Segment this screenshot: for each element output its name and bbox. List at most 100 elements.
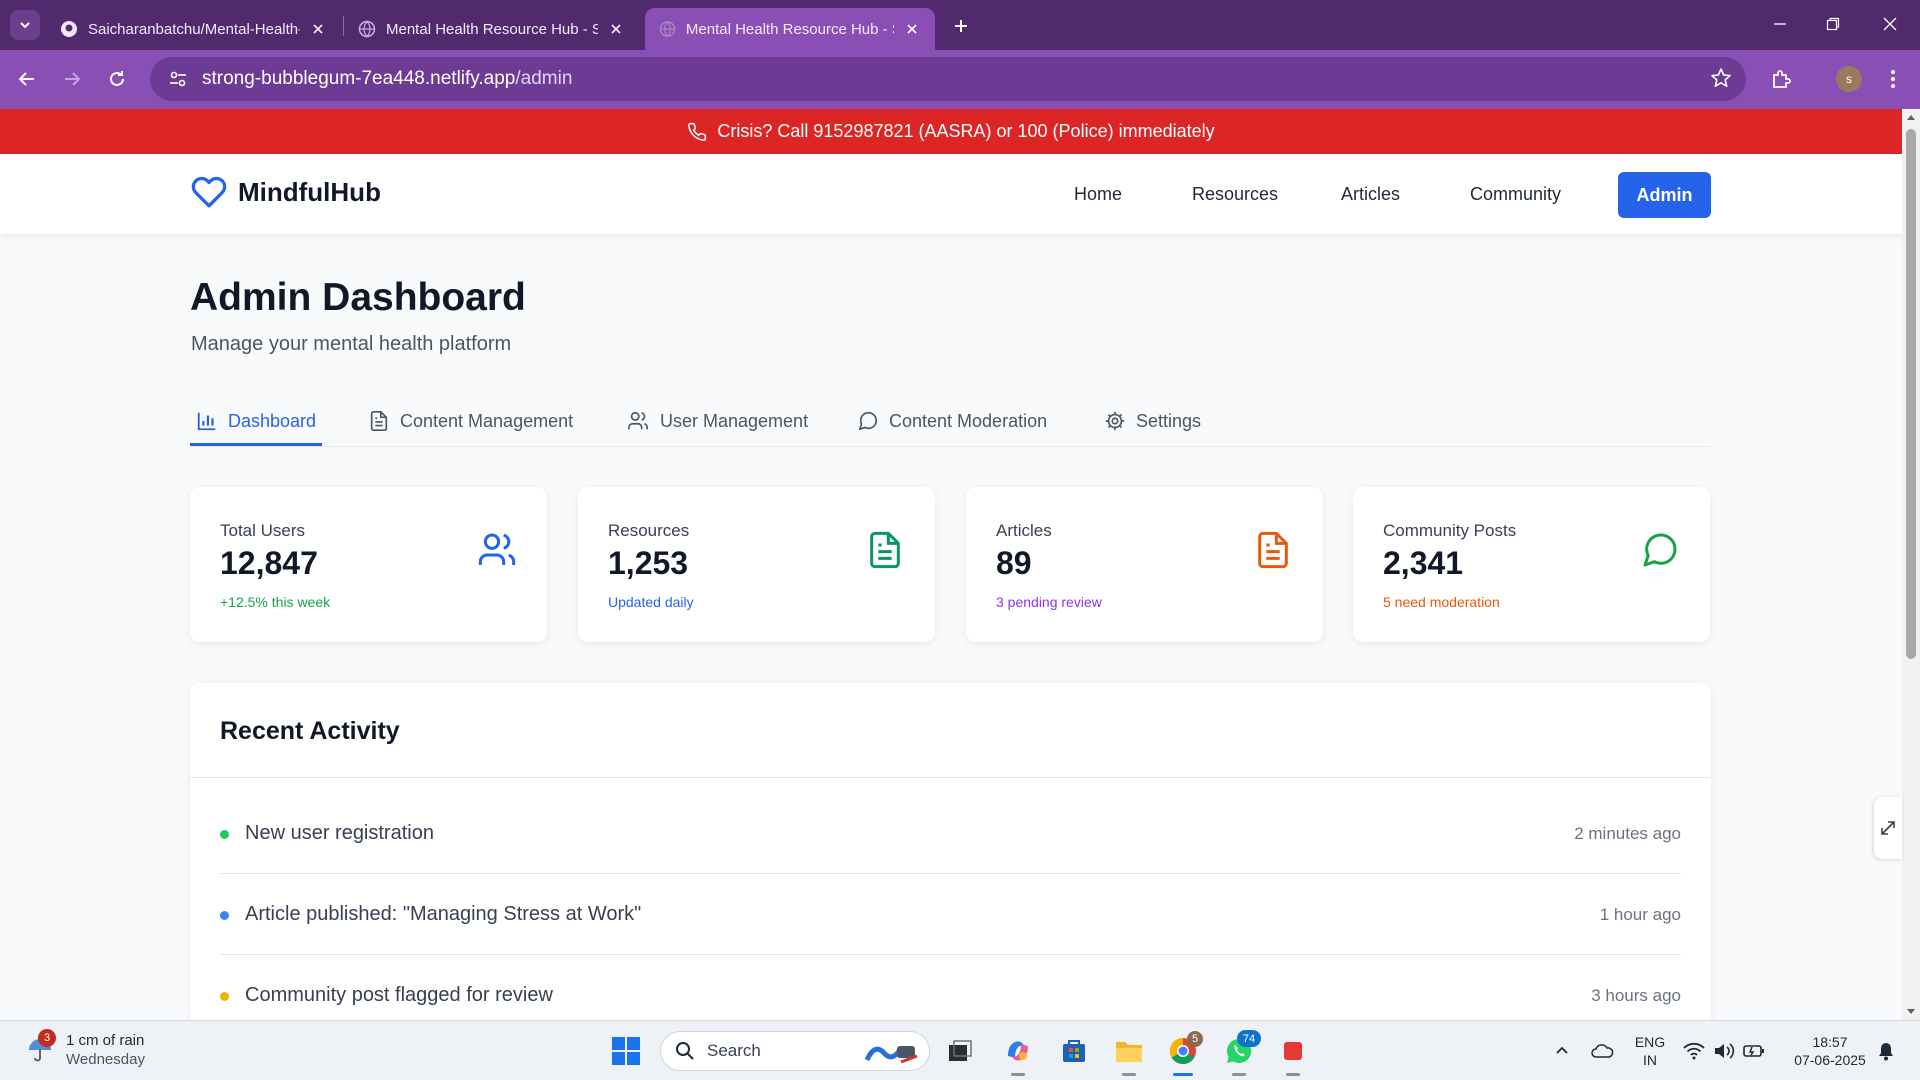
new-tab-button[interactable]	[947, 12, 975, 40]
scroll-down-icon[interactable]	[1902, 1006, 1920, 1018]
language-line2: IN	[1643, 1052, 1657, 1068]
windows-logo-icon	[612, 1037, 640, 1065]
browser-tab-strip: Saicharanbatchu/Mental-Health-Resource-H…	[0, 0, 1920, 50]
page-scrollbar[interactable]	[1902, 109, 1920, 1020]
stat-label: Articles	[996, 521, 1052, 540]
close-window-button[interactable]	[1860, 0, 1920, 48]
close-icon[interactable]	[606, 19, 626, 39]
whatsapp-unread-badge: 74	[1237, 1030, 1261, 1047]
nav-articles[interactable]: Articles	[1341, 184, 1400, 205]
tab-search-button[interactable]	[10, 10, 40, 40]
weather-text: 1 cm of rain Wednesday	[66, 1031, 145, 1069]
crisis-banner-text: Crisis? Call 9152987821 (AASRA) or 100 (…	[717, 121, 1215, 141]
close-icon[interactable]	[308, 19, 328, 39]
chrome-profile-badge: 5	[1187, 1031, 1203, 1047]
minimize-button[interactable]	[1750, 0, 1810, 48]
nav-admin-button[interactable]: Admin	[1618, 172, 1711, 218]
stat-value: 2,341	[1383, 545, 1464, 581]
running-indicator-active	[1173, 1073, 1193, 1076]
clock-date: 07-06-2025	[1794, 1052, 1866, 1068]
document-icon	[865, 530, 905, 570]
scroll-up-icon[interactable]	[1902, 111, 1920, 123]
reload-button[interactable]	[100, 62, 134, 96]
task-view-icon[interactable]	[940, 1031, 980, 1071]
users-icon	[477, 530, 517, 570]
tab-label: Content Moderation	[889, 411, 1048, 431]
copilot-icon[interactable]	[998, 1031, 1038, 1071]
extensions-button[interactable]	[1764, 62, 1798, 96]
browser-tab-hub-1[interactable]: Mental Health Resource Hub - S	[344, 8, 640, 50]
site-info-button[interactable]	[156, 57, 200, 101]
plus-icon	[955, 20, 967, 32]
arrow-left-icon	[18, 72, 34, 86]
message-circle-icon	[1640, 530, 1680, 570]
browser-menu-button[interactable]	[1876, 62, 1910, 96]
language-indicator[interactable]: ENG IN	[1630, 1033, 1670, 1069]
tab-title: Mental Health Resource Hub - S	[685, 20, 895, 38]
gear-icon	[1105, 411, 1125, 431]
recent-activity-panel: Recent Activity New user registration 2 …	[190, 683, 1711, 1023]
app-red-icon[interactable]	[1273, 1031, 1313, 1071]
status-dot	[220, 830, 229, 839]
bar-chart-icon	[197, 412, 216, 431]
file-explorer-icon[interactable]	[1109, 1031, 1149, 1071]
address-bar[interactable]: strong-bubblegum-7ea448.netlify.app/admi…	[150, 57, 1746, 101]
nav-home[interactable]: Home	[1074, 184, 1122, 205]
heart-icon	[191, 176, 227, 208]
tab-settings[interactable]: Settings	[1104, 410, 1201, 446]
tab-label: Content Management	[400, 411, 574, 431]
site-logo[interactable]: MindfulHub	[190, 174, 381, 210]
page-subtitle: Manage your mental health platform	[191, 333, 512, 355]
browser-tab-github[interactable]: Saicharanbatchu/Mental-Health-Resource-H…	[46, 8, 342, 50]
language-line1: ENG	[1634, 1034, 1666, 1050]
running-indicator	[1011, 1073, 1025, 1076]
bookmark-star-icon[interactable]	[1710, 67, 1732, 89]
activity-text: Community post flagged for review	[245, 984, 553, 1006]
profile-avatar[interactable]: s	[1836, 66, 1862, 92]
url-path: /admin	[515, 68, 573, 89]
puzzle-icon	[1773, 70, 1791, 88]
browser-tab-hub-active[interactable]: Mental Health Resource Hub - S	[645, 8, 935, 50]
taskbar-search[interactable]: Search	[660, 1031, 930, 1071]
clock[interactable]: 18:57 07-06-2025	[1782, 1033, 1878, 1069]
tab-content-management[interactable]: Content Management	[368, 410, 573, 446]
tab-dashboard[interactable]: Dashboard	[190, 410, 323, 446]
start-button[interactable]	[606, 1031, 646, 1071]
close-icon[interactable]	[902, 19, 921, 39]
globe-icon	[659, 21, 676, 37]
message-circle-icon	[858, 411, 878, 431]
stat-label: Community Posts	[1383, 521, 1517, 540]
back-button[interactable]	[10, 62, 44, 96]
document-icon	[1253, 530, 1293, 570]
stat-card-total-users: Total Users 12,847 +12.5% this week	[190, 487, 547, 642]
notifications-icon[interactable]	[1866, 1031, 1906, 1071]
arrow-right-icon	[65, 72, 81, 86]
status-dot	[220, 992, 229, 1001]
restore-button[interactable]	[1803, 0, 1863, 48]
scroll-thumb[interactable]	[1906, 129, 1916, 659]
users-icon	[628, 411, 648, 430]
activity-text: New user registration	[245, 822, 434, 844]
onedrive-icon[interactable]	[1582, 1031, 1622, 1071]
stat-value: 89	[996, 545, 1032, 581]
stat-label: Resources	[608, 521, 690, 540]
quick-settings[interactable]	[1676, 1031, 1772, 1071]
admin-tabs: Dashboard Content Management User Manage…	[190, 400, 1711, 447]
url-text: strong-bubblegum-7ea448.netlify.app/admi…	[202, 68, 572, 90]
forward-button[interactable]	[55, 62, 89, 96]
nav-resources[interactable]: Resources	[1192, 184, 1278, 205]
running-indicator	[1286, 1073, 1300, 1076]
weather-widget[interactable]: 3 1 cm of rain Wednesday	[26, 1029, 145, 1069]
stat-card-resources: Resources 1,253 Updated daily	[578, 487, 935, 642]
stat-label: Total Users	[220, 521, 306, 540]
tab-title: Mental Health Resource Hub - S	[386, 20, 598, 38]
browser-toolbar: strong-bubblegum-7ea448.netlify.app/admi…	[0, 50, 1920, 109]
tab-user-management[interactable]: User Management	[626, 410, 808, 446]
tab-content-moderation[interactable]: Content Moderation	[857, 410, 1047, 446]
side-panel-toggle[interactable]	[1874, 797, 1902, 859]
nav-community[interactable]: Community	[1470, 184, 1561, 205]
store-icon[interactable]	[1054, 1031, 1094, 1071]
stat-note: Updated daily	[608, 594, 694, 610]
activity-text: Article published: "Managing Stress at W…	[245, 903, 642, 925]
tray-chevron-up-icon[interactable]	[1542, 1031, 1582, 1071]
